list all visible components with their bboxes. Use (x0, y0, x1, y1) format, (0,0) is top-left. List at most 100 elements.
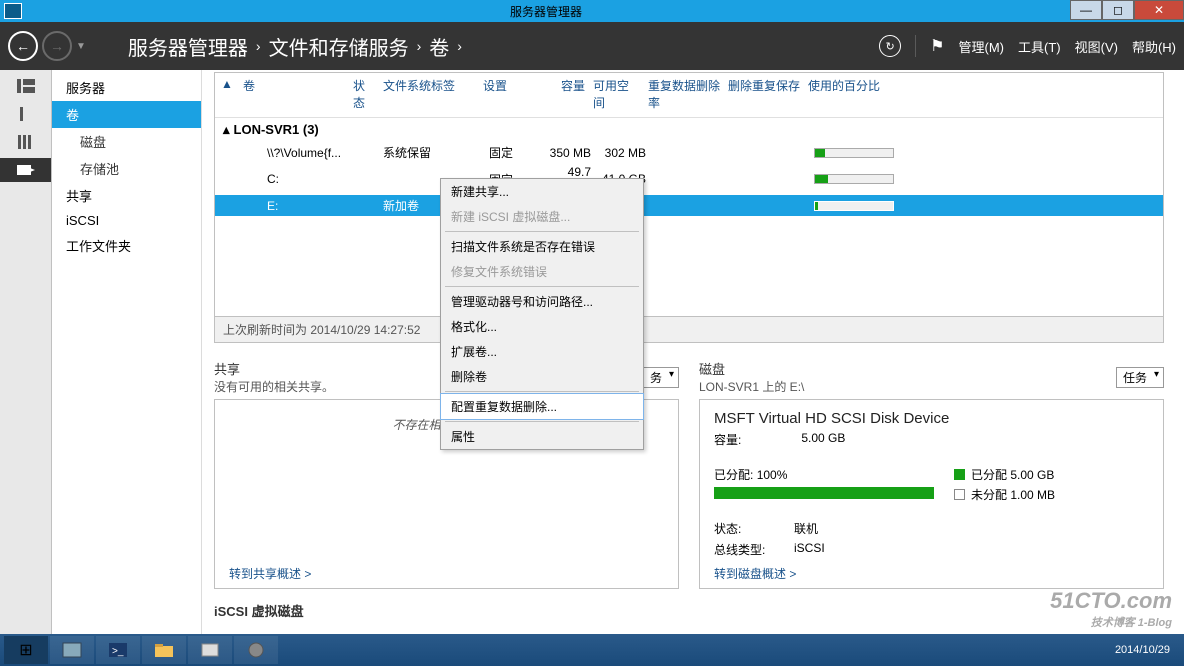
svg-text:>_: >_ (112, 646, 124, 657)
start-button[interactable]: ⊞ (4, 636, 48, 664)
nav-history-dropdown[interactable]: ▼ (76, 41, 86, 52)
col-dedup-rate[interactable]: 重复数据删除率 (644, 77, 724, 111)
volume-rows: \\?\Volume{f... 系统保留 固定 350 MB 302 MB C:… (215, 142, 1163, 216)
context-menu-item[interactable]: 管理驱动器号和访问路径... (441, 289, 643, 314)
menu-help[interactable]: 帮助(H) (1132, 37, 1176, 56)
menu-separator (445, 421, 639, 422)
disk-capacity-value: 5.00 GB (801, 431, 845, 448)
main-content: ▲ 卷 状态 文件系统标签 设置 容量 可用空间 重复数据删除率 删除重复保存 … (202, 70, 1184, 634)
forward-button[interactable]: → (42, 31, 72, 61)
context-menu-item[interactable]: 新建共享... (441, 179, 643, 204)
menu-separator (445, 286, 639, 287)
menu-separator (445, 231, 639, 232)
top-actions: ↻ ⚑ 管理(M) 工具(T) 视图(V) 帮助(H) (879, 35, 1176, 57)
context-menu-item: 修复文件系统错误 (441, 259, 643, 284)
disk-body: MSFT Virtual HD SCSI Disk Device 容量: 5.00… (699, 399, 1164, 589)
rail-file-services-icon[interactable] (0, 158, 51, 182)
col-free[interactable]: 可用空间 (589, 77, 644, 111)
context-menu-item[interactable]: 扩展卷... (441, 339, 643, 364)
context-menu-item[interactable]: 扫描文件系统是否存在错误 (441, 234, 643, 259)
shares-tasks-dropdown[interactable]: 务 (643, 367, 679, 388)
context-menu-item[interactable]: 配置重复数据删除... (440, 393, 644, 420)
usage-bar (814, 148, 894, 158)
shares-title: 共享 (214, 359, 334, 378)
volume-group-row[interactable]: ▴ LON-SVR1 (3) (215, 118, 1163, 142)
col-dedup-savings[interactable]: 删除重复保存 (724, 77, 804, 111)
context-menu-item[interactable]: 格式化... (441, 314, 643, 339)
menu-manage[interactable]: 管理(M) (959, 37, 1005, 56)
vol-free: 302 MB (595, 146, 650, 160)
maximize-button[interactable]: ◻ (1102, 0, 1134, 20)
sidebar-item-iscsi[interactable]: iSCSI (52, 209, 201, 232)
disk-capacity-label: 容量: (714, 431, 741, 448)
notifications-flag-icon[interactable]: ⚑ (930, 36, 944, 56)
lower-panels: 共享 没有可用的相关共享。 务 不存在相关的共享。 转到共享概述 > 磁盘 LO… (214, 359, 1164, 589)
legend-unallocated-text: 未分配 1.00 MB (971, 486, 1055, 503)
context-menu-item[interactable]: 删除卷 (441, 364, 643, 389)
icon-rail (0, 70, 52, 634)
breadcrumb-l2[interactable]: 卷 (429, 32, 449, 61)
col-percent-used[interactable]: 使用的百分比 (804, 77, 904, 111)
disk-legend: 已分配 5.00 GB 未分配 1.00 MB (954, 466, 1055, 506)
disk-device-name: MSFT Virtual HD SCSI Disk Device (714, 410, 1149, 427)
breadcrumb-l1[interactable]: 文件和存储服务 (269, 32, 409, 61)
breadcrumb: 服务器管理器 › 文件和存储服务 › 卷 › (128, 32, 879, 61)
breadcrumb-root[interactable]: 服务器管理器 (128, 32, 248, 61)
col-provisioning[interactable]: 设置 (479, 77, 539, 111)
disk-overview-link[interactable]: 转到磁盘概述 > (714, 565, 796, 582)
volume-row[interactable]: C: 固定 49.7 GB 41.0 GB (215, 163, 1163, 195)
context-menu-item: 新建 iSCSI 虚拟磁盘... (441, 204, 643, 229)
usage-bar (814, 201, 894, 211)
context-menu-item[interactable]: 属性 (441, 424, 643, 449)
col-fs-label[interactable]: 文件系统标签 (379, 77, 479, 111)
chevron-right-icon: › (417, 38, 422, 54)
col-volume[interactable]: 卷 (239, 77, 349, 111)
refresh-icon[interactable]: ↻ (879, 35, 901, 57)
sidebar-item-shares[interactable]: 共享 (52, 182, 201, 209)
col-capacity[interactable]: 容量 (539, 77, 589, 111)
disk-allocation-bar (714, 487, 934, 499)
sidebar-item-work-folders[interactable]: 工作文件夹 (52, 232, 201, 259)
disk-panel: 磁盘 LON-SVR1 上的 E:\ 任务 MSFT Virtual HD SC… (699, 359, 1164, 589)
rail-local-server-icon[interactable] (0, 102, 51, 126)
disk-status-value: 联机 (794, 520, 818, 537)
disk-tasks-dropdown[interactable]: 任务 (1116, 367, 1164, 388)
taskbar-app-1[interactable] (188, 636, 232, 664)
rail-all-servers-icon[interactable] (0, 130, 51, 154)
menu-view[interactable]: 视图(V) (1075, 37, 1118, 56)
taskbar-app-2[interactable] (234, 636, 278, 664)
volume-row[interactable]: E: 新加卷 (215, 195, 1163, 216)
rail-dashboard-icon[interactable] (0, 74, 51, 98)
vol-cap: 350 MB (545, 146, 595, 160)
back-button[interactable]: ← (8, 31, 38, 61)
taskbar-clock[interactable]: 2014/10/29 (1115, 644, 1180, 656)
sidebar-item-volumes[interactable]: 卷 (52, 101, 201, 128)
window-controls: — ◻ ✕ (1070, 0, 1184, 22)
menu-tools[interactable]: 工具(T) (1018, 37, 1061, 56)
sidebar-item-disks[interactable]: 磁盘 (52, 128, 201, 155)
taskbar: ⊞ >_ 2014/10/29 (0, 634, 1184, 666)
chevron-right-icon: › (256, 38, 261, 54)
taskbar-powershell[interactable]: >_ (96, 636, 140, 664)
col-sort-icon[interactable]: ▲ (215, 77, 239, 111)
vol-name: C: (239, 172, 349, 186)
volumes-panel: ▲ 卷 状态 文件系统标签 设置 容量 可用空间 重复数据删除率 删除重复保存 … (214, 72, 1164, 343)
volume-row[interactable]: \\?\Volume{f... 系统保留 固定 350 MB 302 MB (215, 142, 1163, 163)
app-icon (4, 3, 22, 19)
sidebar-item-storage-pools[interactable]: 存储池 (52, 155, 201, 182)
close-button[interactable]: ✕ (1134, 0, 1184, 20)
group-label: LON-SVR1 (3) (234, 122, 319, 137)
collapse-triangle-icon: ▴ (223, 122, 230, 138)
menu-separator (445, 391, 639, 392)
shares-overview-link[interactable]: 转到共享概述 > (229, 565, 311, 582)
context-menu: 新建共享...新建 iSCSI 虚拟磁盘... 扫描文件系统是否存在错误修复文件系… (440, 178, 644, 450)
taskbar-server-manager[interactable] (50, 636, 94, 664)
iscsi-panel-title: iSCSI 虚拟磁盘 (214, 601, 1164, 620)
divider (915, 35, 916, 57)
legend-allocated-text: 已分配 5.00 GB (971, 466, 1054, 483)
sidebar-item-servers[interactable]: 服务器 (52, 74, 201, 101)
taskbar-explorer[interactable] (142, 636, 186, 664)
col-status[interactable]: 状态 (349, 77, 379, 111)
disk-allocated-label: 已分配: (714, 468, 753, 482)
minimize-button[interactable]: — (1070, 0, 1102, 20)
